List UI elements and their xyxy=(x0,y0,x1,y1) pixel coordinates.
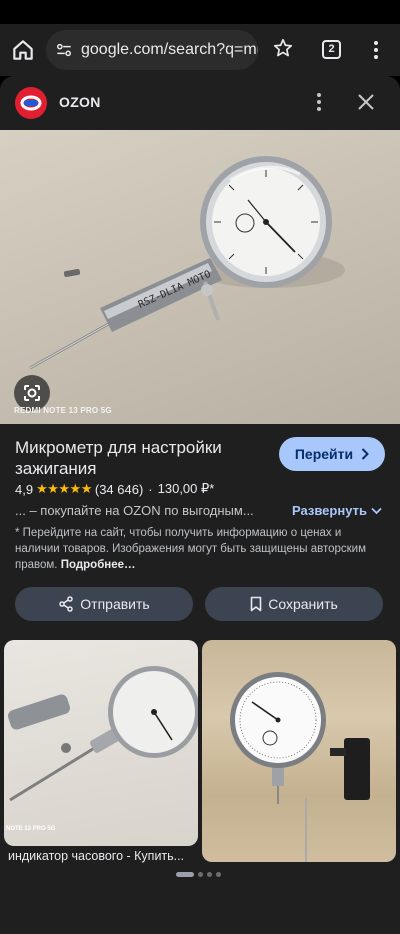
related-image-2[interactable] xyxy=(202,640,396,862)
rating-stars-icon: ★★★★★ xyxy=(36,481,92,496)
url-text: google.com/search?q=mi xyxy=(81,41,258,58)
related-image-1-caption[interactable]: индикатор часового - Купить... xyxy=(8,849,194,863)
visit-button[interactable]: Перейти xyxy=(279,437,385,471)
related-image-1[interactable]: NOTE 13 PRO 5G xyxy=(4,640,198,846)
description-snippet: ... – покупайте на OZON по выгодным... xyxy=(15,503,254,518)
pagination-dot xyxy=(216,872,221,877)
product-title[interactable]: Микрометр для настройки зажигания xyxy=(15,437,265,479)
bookmark-icon xyxy=(250,596,262,612)
related-watermark: NOTE 13 PRO 5G xyxy=(6,826,56,832)
related-gauge-picture xyxy=(230,672,370,862)
separator: · xyxy=(148,481,153,497)
review-count: (34 646) xyxy=(94,481,144,497)
share-icon xyxy=(59,596,74,612)
bookmark-star-icon[interactable] xyxy=(272,37,294,59)
site-settings-icon[interactable] xyxy=(54,40,74,60)
copyright-disclaimer: * Перейдите на сайт, чтобы получить инфо… xyxy=(15,525,387,573)
save-label: Сохранить xyxy=(268,596,338,612)
rating-price-row: 4,9 ★★★★★ (34 646) · 130,00 ₽* xyxy=(15,481,214,497)
browser-toolbar: google.com/search?q=mi 2 xyxy=(0,24,400,76)
pagination-dot-active xyxy=(176,872,194,877)
product-image[interactable]: RSZ-DLIA MOTO xyxy=(0,130,400,424)
pagination-dot xyxy=(207,872,212,877)
carousel-pagination xyxy=(176,872,221,877)
ozon-logo xyxy=(15,87,47,119)
related-dial-picture xyxy=(7,666,198,802)
price: 130,00 ₽* xyxy=(157,481,215,496)
home-icon[interactable] xyxy=(10,37,36,63)
share-button[interactable]: Отправить xyxy=(15,587,193,621)
dial-indicator-picture: RSZ-DLIA MOTO xyxy=(29,156,345,370)
expand-label: Развернуть xyxy=(292,503,367,518)
camera-watermark: REDMI NOTE 13 PRO 5G xyxy=(14,406,112,415)
address-bar[interactable]: google.com/search?q=mi xyxy=(46,30,258,70)
close-icon[interactable] xyxy=(357,93,375,111)
rating-value: 4,9 xyxy=(15,481,34,497)
more-info-link[interactable]: Подробнее… xyxy=(61,559,136,571)
chevron-right-icon xyxy=(361,448,370,460)
save-button[interactable]: Сохранить xyxy=(205,587,383,621)
options-icon[interactable] xyxy=(312,91,326,113)
share-label: Отправить xyxy=(80,596,150,612)
visit-button-label: Перейти xyxy=(294,446,354,462)
pagination-dot xyxy=(198,872,203,877)
tab-switcher-button[interactable]: 2 xyxy=(322,40,341,59)
site-name: OZON xyxy=(59,94,101,110)
chevron-down-icon xyxy=(370,507,382,515)
expand-button[interactable]: Развернуть xyxy=(292,503,382,518)
more-vert-icon[interactable] xyxy=(368,38,384,62)
